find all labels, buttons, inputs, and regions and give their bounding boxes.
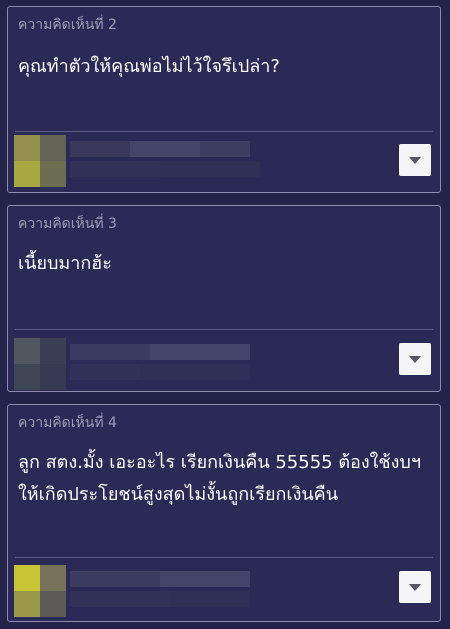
blur-block: [140, 364, 250, 380]
comment-number-label: ความคิดเห็นที่ 4: [18, 415, 117, 431]
blur-block: [160, 571, 250, 587]
blur-block: [70, 344, 150, 360]
chevron-down-icon: [409, 583, 421, 591]
divider: [15, 131, 433, 132]
comment-menu-button[interactable]: [399, 144, 431, 176]
blur-block: [70, 161, 160, 177]
blur-block: [160, 161, 260, 177]
comment-author[interactable]: [14, 565, 284, 619]
avatar-pixel: [14, 364, 40, 390]
author-name-blurred[interactable]: [70, 141, 270, 185]
comment-number-label: ความคิดเห็นที่ 3: [18, 216, 117, 232]
comment-menu-button[interactable]: [399, 571, 431, 603]
avatar-pixel: [40, 364, 66, 390]
comment-card: ความคิดเห็นที่ 3 เนี้ยบมากฮ้ะ: [7, 205, 441, 392]
blur-block: [70, 141, 130, 157]
comment-author[interactable]: [14, 338, 284, 392]
comment-number-label: ความคิดเห็นที่ 2: [18, 17, 117, 33]
chevron-down-icon: [409, 355, 421, 363]
avatar-pixel: [40, 565, 66, 591]
divider: [15, 557, 433, 558]
avatar[interactable]: [14, 565, 66, 617]
avatar[interactable]: [14, 338, 66, 390]
blur-block: [150, 344, 250, 360]
blur-block: [200, 141, 250, 157]
avatar-pixel: [40, 591, 66, 617]
avatar-pixel: [14, 135, 40, 161]
avatar-pixel: [14, 591, 40, 617]
chevron-down-icon: [409, 156, 421, 164]
comment-card: ความคิดเห็นที่ 2 คุณทำตัวให้คุณพ่อไม่ไว้…: [7, 6, 441, 193]
avatar-pixel: [40, 338, 66, 364]
avatar-pixel: [14, 565, 40, 591]
avatar-pixel: [40, 135, 66, 161]
divider: [15, 329, 433, 330]
comment-menu-button[interactable]: [399, 343, 431, 375]
author-name-blurred[interactable]: [70, 571, 270, 615]
blur-block: [70, 364, 140, 380]
comment-text: เนี้ยบมากฮ้ะ: [18, 253, 112, 274]
avatar-pixel: [14, 161, 40, 187]
avatar-pixel: [14, 338, 40, 364]
blur-block: [70, 591, 170, 607]
author-name-blurred[interactable]: [70, 344, 270, 388]
comment-text: ลูก สตง.มั้ง เอะอะไร เรียกเงินคืน 55555 …: [18, 452, 421, 505]
blur-block: [170, 591, 250, 607]
blur-block: [130, 141, 200, 157]
comment-text: คุณทำตัวให้คุณพ่อไม่ไว้ใจรึเปล่า?: [18, 56, 280, 77]
avatar-pixel: [40, 161, 66, 187]
avatar[interactable]: [14, 135, 66, 187]
comment-card: ความคิดเห็นที่ 4 ลูก สตง.มั้ง เอะอะไร เร…: [7, 404, 441, 622]
blur-block: [70, 571, 160, 587]
comment-author[interactable]: [14, 135, 284, 189]
